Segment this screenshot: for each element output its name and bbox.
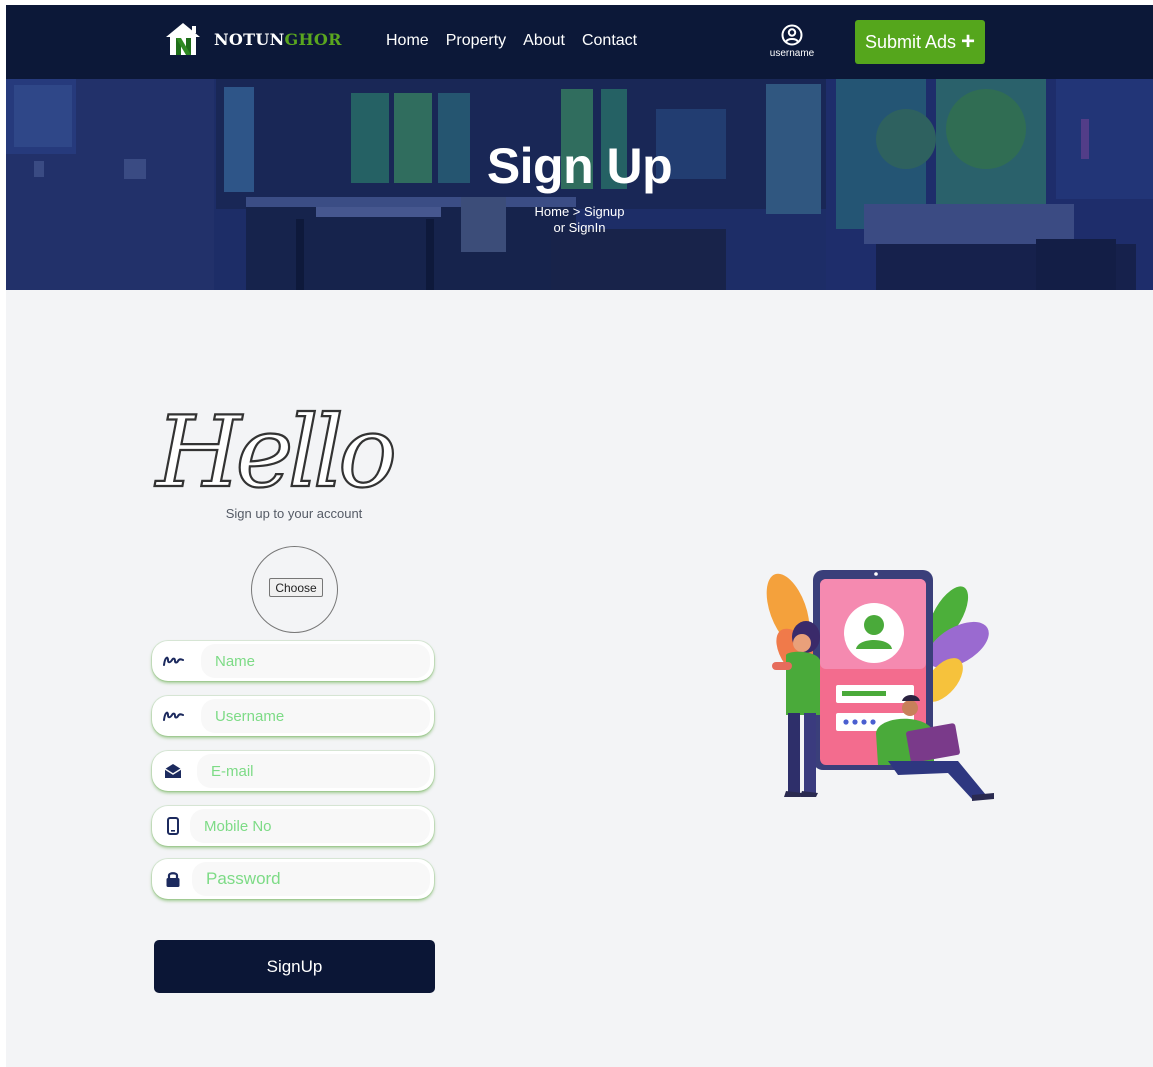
mobile-phone-icon — [162, 816, 184, 836]
page-title: Sign Up — [486, 138, 673, 194]
signature-icon — [162, 651, 184, 671]
submit-ads-label: Submit Ads — [864, 31, 957, 52]
user-menu[interactable]: username — [762, 24, 822, 59]
breadcrumb-line-1: Home > Signup — [534, 204, 625, 219]
plus-icon: + — [961, 28, 976, 55]
mobile-field-group — [152, 806, 434, 846]
breadcrumb-line-2: or SignIn — [553, 220, 606, 235]
signup-subtitle: Sign up to your account — [225, 506, 363, 521]
password-input[interactable] — [192, 862, 430, 896]
breadcrumb: Home > Signup or SignIn — [6, 204, 1153, 236]
nav-link-about[interactable]: About — [523, 32, 565, 50]
hello-heading: Hello — [153, 395, 400, 502]
submit-ads-button[interactable]: Submit Ads + — [855, 20, 985, 64]
page: NOTUNGHOR Home Property About Contact us… — [6, 5, 1153, 1067]
brand[interactable]: NOTUNGHOR — [164, 21, 342, 57]
navbar: NOTUNGHOR Home Property About Contact us… — [6, 5, 1153, 79]
name-field-group — [152, 641, 434, 681]
lock-icon — [162, 869, 184, 889]
username-field-group — [152, 696, 434, 736]
nav-link-property[interactable]: Property — [446, 32, 506, 50]
email-input[interactable] — [197, 754, 430, 788]
hello-text: Hello — [154, 396, 393, 502]
mobile-input[interactable] — [190, 809, 430, 843]
house-logo-icon — [166, 23, 200, 55]
signup-button[interactable]: SignUp — [154, 940, 435, 993]
name-input[interactable] — [201, 644, 430, 678]
nav-link-home[interactable]: Home — [386, 32, 429, 50]
envelope-open-icon — [162, 761, 184, 781]
nav-links: Home Property About Contact — [386, 32, 637, 50]
hero-banner: Sign Up Home > Signup or SignIn — [6, 79, 1153, 290]
username-input[interactable] — [201, 699, 430, 733]
signature-icon — [162, 706, 184, 726]
password-field-group — [152, 859, 434, 899]
choose-file-button[interactable]: Choose — [269, 578, 323, 597]
username-label: username — [769, 48, 815, 59]
nav-link-contact[interactable]: Contact — [582, 32, 637, 50]
signup-illustration — [766, 570, 994, 801]
email-field-group — [152, 751, 434, 791]
user-circle-icon — [781, 24, 803, 46]
brand-name: NOTUNGHOR — [214, 29, 342, 49]
